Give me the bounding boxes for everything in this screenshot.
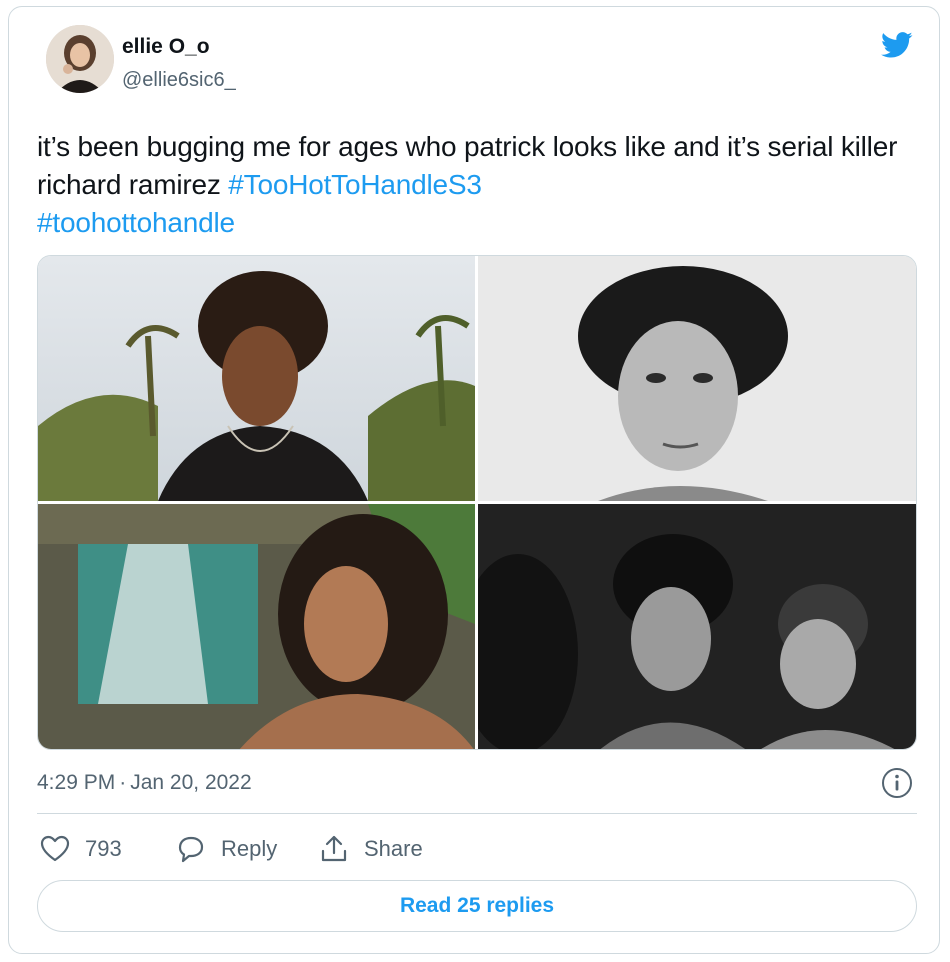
reply-bubble-icon <box>178 836 204 863</box>
media-photo[interactable] <box>478 504 916 749</box>
tweet-time: 4:29 PM <box>37 771 116 794</box>
divider <box>37 813 917 814</box>
share-button[interactable]: Share <box>318 831 423 867</box>
tweet-timestamp[interactable]: 4:29 PM · Jan 20, 2022 <box>37 771 252 795</box>
heart-icon <box>40 835 70 862</box>
read-replies-button[interactable]: Read 25 replies <box>37 880 917 932</box>
media-photo[interactable] <box>38 256 475 501</box>
author-name[interactable]: ellie O_o <box>122 35 210 59</box>
tweet-date: Jan 20, 2022 <box>130 771 252 794</box>
tweet-card: ellie O_o @ellie6sic6_ it’s been bugging… <box>8 6 940 954</box>
avatar[interactable] <box>46 25 114 93</box>
media-grid <box>37 255 917 750</box>
hashtag-link[interactable]: #toohottohandle <box>37 207 235 238</box>
like-button[interactable]: 793 <box>39 831 122 867</box>
hashtag-link[interactable]: #TooHotToHandleS3 <box>228 169 482 200</box>
reply-label: Reply <box>221 836 278 861</box>
media-photo[interactable] <box>478 256 916 501</box>
like-count: 793 <box>85 836 122 861</box>
reply-button[interactable]: Reply <box>175 831 277 867</box>
twitter-bird-icon[interactable] <box>878 29 916 61</box>
share-label: Share <box>364 836 423 861</box>
info-icon[interactable] <box>881 767 913 799</box>
timestamp-separator: · <box>119 771 127 794</box>
tweet-text: it’s been bugging me for ages who patric… <box>37 128 917 242</box>
media-photo[interactable] <box>38 504 475 749</box>
share-icon <box>321 835 347 862</box>
author-handle[interactable]: @ellie6sic6_ <box>122 69 236 92</box>
